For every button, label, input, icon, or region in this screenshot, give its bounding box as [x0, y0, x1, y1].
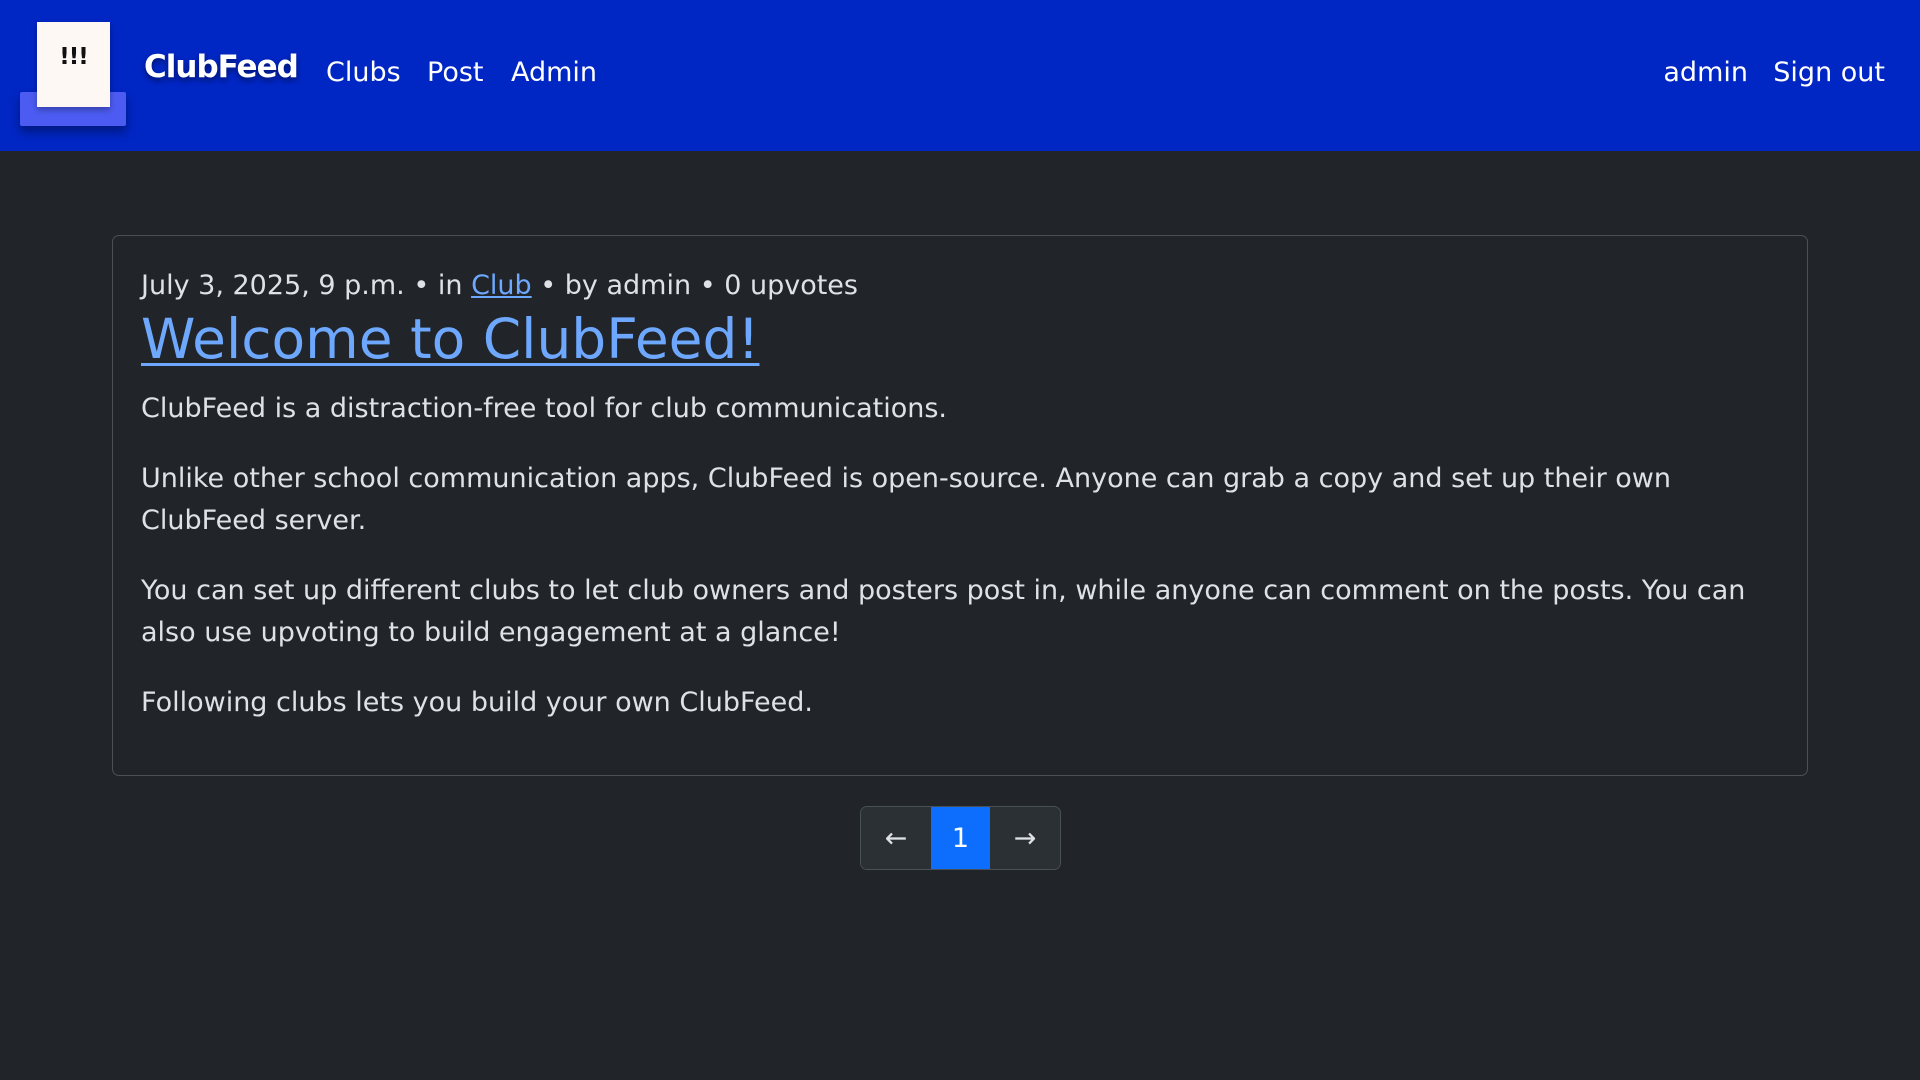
previous-page-button[interactable]: ←: [861, 807, 931, 869]
next-page-button[interactable]: →: [990, 807, 1060, 869]
logo-paper-shape: !!!: [37, 22, 110, 107]
current-page-button[interactable]: 1: [931, 807, 990, 869]
post-title: Welcome to ClubFeed!: [141, 306, 759, 372]
post-author: by admin: [564, 270, 692, 301]
sign-out-link[interactable]: Sign out: [1773, 58, 1885, 88]
post-club-link[interactable]: Club: [471, 270, 532, 301]
meta-separator: •: [699, 270, 725, 301]
post-date: July 3, 2025, 9 p.m.: [141, 270, 405, 301]
nav-link-admin[interactable]: Admin: [511, 58, 597, 88]
post-meta: July 3, 2025, 9 p.m. • in Club • by admi…: [141, 270, 858, 302]
post-in-label: in: [437, 270, 463, 301]
post-paragraph: You can set up different clubs to let cl…: [141, 575, 1746, 648]
post-body: ClubFeed is a distraction-free tool for …: [141, 388, 1781, 752]
nav-link-clubs[interactable]: Clubs: [326, 58, 401, 88]
brand-name[interactable]: ClubFeed: [144, 52, 299, 83]
logo-mark-text: !!!: [59, 44, 88, 70]
post-paragraph: Following clubs lets you build your own …: [141, 687, 813, 718]
top-navbar: !!! ClubFeed Clubs Post Admin admin Sign…: [0, 0, 1920, 151]
clubfeed-logo[interactable]: !!!: [20, 22, 126, 128]
post-card: July 3, 2025, 9 p.m. • in Club • by admi…: [112, 235, 1808, 776]
post-paragraph: Unlike other school communication apps, …: [141, 463, 1671, 536]
post-upvotes: 0 upvotes: [724, 270, 858, 301]
pagination: ← 1 →: [860, 806, 1061, 870]
post-title-link[interactable]: Welcome to ClubFeed!: [141, 307, 759, 371]
meta-separator: •: [540, 270, 565, 301]
post-paragraph: ClubFeed is a distraction-free tool for …: [141, 393, 947, 424]
meta-separator: •: [413, 270, 438, 301]
nav-link-user[interactable]: admin: [1663, 58, 1748, 88]
nav-link-post[interactable]: Post: [427, 58, 484, 88]
